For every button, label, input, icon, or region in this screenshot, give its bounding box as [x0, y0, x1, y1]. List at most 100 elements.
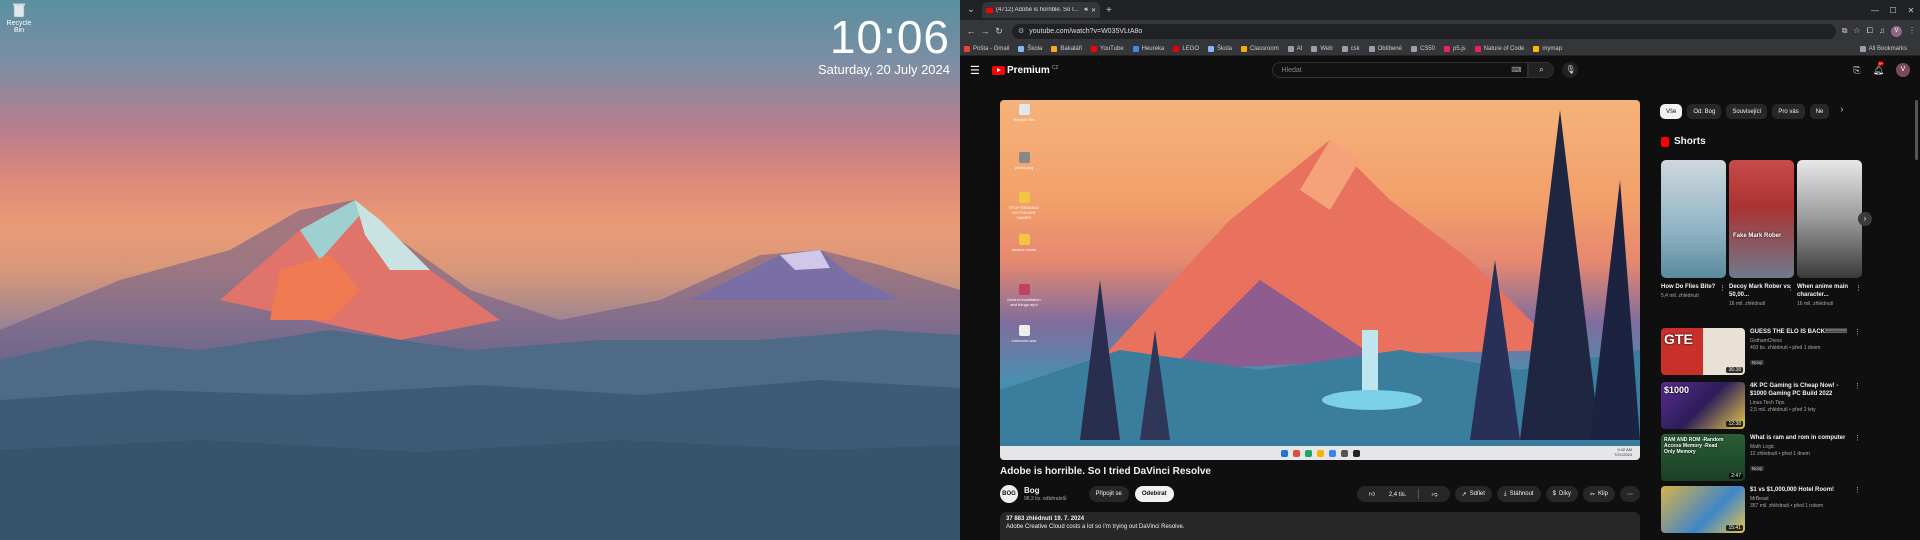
new-tab-button[interactable]: + — [1106, 5, 1112, 16]
bookmark-item[interactable]: Bakaláři — [1051, 45, 1082, 52]
recommended-channel[interactable]: Linus Tech Tips — [1750, 400, 1855, 406]
filter-chip[interactable]: Související — [1726, 104, 1768, 119]
recommended-thumbnail[interactable]: 15:41 — [1661, 486, 1745, 533]
recommended-more-icon[interactable]: ⋮ — [1854, 486, 1861, 494]
bookmark-item[interactable]: LEGO — [1173, 45, 1199, 52]
bookmark-item[interactable]: p5.js — [1443, 45, 1466, 52]
recommended-title[interactable]: 4K PC Gaming is Cheap Now! - $1000 Gamin… — [1750, 382, 1855, 398]
short-thumbnail[interactable] — [1661, 160, 1726, 278]
create-video-icon[interactable]: ⎘ — [1853, 65, 1860, 76]
video-player[interactable]: Recycle Bin pixel4.png STOP READING MY FOL… — [1000, 100, 1640, 460]
account-avatar[interactable]: V — [1896, 63, 1910, 77]
short-more-icon[interactable]: ⋮ — [1719, 284, 1726, 292]
download-button[interactable]: ⤓ Stáhnout — [1496, 486, 1541, 502]
short-card[interactable]: How Do Flies Bite? 5,4 mil. zhlédnutí ⋮ — [1661, 160, 1726, 299]
dislike-button[interactable]: 👎︎ — [1419, 490, 1449, 498]
recommended-channel[interactable]: MrBeast — [1750, 496, 1855, 502]
recommended-channel[interactable]: Math Logic — [1750, 444, 1855, 450]
recommended-title[interactable]: GUESS THE ELO IS BACK!!!!!!!!!!! — [1750, 328, 1855, 336]
filter-chip[interactable]: Ne — [1809, 104, 1830, 119]
bookmark-item[interactable]: mymap — [1533, 45, 1562, 52]
maximize-icon[interactable]: ☐ — [1884, 6, 1902, 15]
recommended-video[interactable]: GTE 36:38 GUESS THE ELO IS BACK!!!!!!!!!!!… — [1661, 328, 1861, 376]
recommended-title[interactable]: $1 vs $1,000,000 Hotel Room! — [1750, 486, 1855, 494]
short-title[interactable]: How Do Flies Bite? — [1661, 283, 1726, 291]
bookmark-item[interactable]: Classroom — [1241, 45, 1279, 52]
recommended-thumbnail[interactable]: RAM AND ROM -Random Access Memory -Read … — [1661, 434, 1745, 481]
recommended-title[interactable]: What is ram and rom in computer — [1750, 434, 1855, 442]
close-window-icon[interactable]: ✕ — [1902, 6, 1920, 15]
short-title[interactable]: Decoy Mark Rober vs 50,00... — [1729, 283, 1794, 299]
notifications-bell-icon[interactable]: 🔔︎ 9+ — [1873, 60, 1885, 76]
browser-menu-icon[interactable]: ⋮ — [1908, 26, 1916, 37]
recommended-video[interactable]: 15:41 $1 vs $1,000,000 Hotel Room! MrBeast… — [1661, 486, 1861, 534]
bookmark-star-icon[interactable]: ☆ — [1853, 26, 1860, 37]
minimize-icon[interactable]: — — [1866, 6, 1884, 15]
bookmark-item[interactable]: Web — [1311, 45, 1333, 52]
short-more-icon[interactable]: ⋮ — [1787, 284, 1794, 292]
bookmark-item[interactable]: AI — [1287, 45, 1302, 52]
tab-search-icon[interactable]: ⌄ — [964, 3, 978, 17]
bookmark-item[interactable]: Nature of Code — [1474, 45, 1524, 52]
page-scrollbar[interactable] — [1915, 100, 1918, 160]
media-control-icon[interactable]: ♫ — [1879, 26, 1885, 37]
search-button[interactable]: ⌕ — [1528, 62, 1555, 78]
short-card[interactable]: When anime main character... 16 mil. zhlé… — [1797, 160, 1862, 307]
filter-chip[interactable]: Vše — [1660, 104, 1683, 119]
recommended-thumbnail[interactable]: $1000 12:38 — [1661, 382, 1745, 429]
tab-youtube[interactable]: (4712) Adobe is horrible. So I... 🔊︎ ✕ — [982, 2, 1100, 18]
join-button[interactable]: Připojit se — [1088, 486, 1129, 502]
bookmark-item[interactable]: YouTube — [1091, 45, 1124, 52]
bookmark-item[interactable]: csk — [1341, 45, 1360, 52]
bookmark-item[interactable]: Pošta - Gmail — [964, 45, 1009, 52]
recommended-video[interactable]: RAM AND ROM -Random Access Memory -Read … — [1661, 434, 1861, 482]
clip-button[interactable]: ✂ Klip — [1582, 486, 1615, 502]
shorts-next-icon[interactable]: › — [1858, 212, 1872, 226]
bookmark-item[interactable]: Oblíbené — [1368, 45, 1402, 52]
recommended-more-icon[interactable]: ⋮ — [1854, 434, 1861, 442]
thanks-button[interactable]: $ Díky — [1545, 486, 1578, 502]
subscribe-button[interactable]: Odebírat — [1134, 486, 1174, 502]
site-info-icon[interactable]: ⚙︎ — [1018, 27, 1024, 35]
short-card[interactable]: Fake Mark Rober Decoy Mark Rober vs 50,00… — [1729, 160, 1794, 307]
bookmark-item[interactable]: Heureka — [1132, 45, 1164, 52]
bookmark-item[interactable]: Škola — [1208, 45, 1232, 52]
short-more-icon[interactable]: ⋮ — [1855, 284, 1862, 292]
address-bar[interactable]: ⚙︎ youtube.com/watch?v=W035VLtA8o — [1012, 23, 1836, 39]
forward-icon[interactable]: → — [978, 26, 992, 36]
search-input[interactable]: Hledat ⌨︎ — [1272, 62, 1529, 78]
all-bookmarks-button[interactable]: All Bookmarks — [1859, 45, 1907, 52]
tab-close-icon[interactable]: ✕ — [1091, 7, 1096, 14]
bookmark-item[interactable]: CS50 — [1410, 45, 1435, 52]
short-title[interactable]: When anime main character... — [1797, 283, 1862, 299]
recommended-thumbnail[interactable]: GTE 36:38 — [1661, 328, 1745, 375]
youtube-premium-logo[interactable]: Premium CZ — [992, 65, 1058, 76]
recommended-more-icon[interactable]: ⋮ — [1854, 328, 1861, 336]
bookmark-item[interactable]: Škola — [1018, 45, 1042, 52]
more-actions-button[interactable]: ⋯ — [1620, 486, 1640, 502]
extensions-icon[interactable]: ⧠ — [1867, 26, 1873, 37]
video-desktop-icon: Davinci installation and things.mp4 — [1006, 284, 1042, 307]
tab-audio-icon[interactable]: 🔊︎ — [1084, 7, 1088, 14]
chips-next-icon[interactable]: › — [1840, 104, 1843, 119]
recommended-channel[interactable]: GothamChess — [1750, 338, 1855, 344]
desktop-icon-recycle-bin[interactable]: Recycle Bin — [4, 2, 34, 34]
hamburger-menu-icon[interactable]: ☰ — [970, 64, 986, 77]
filter-chip[interactable]: Od: Bog — [1687, 104, 1722, 119]
voice-search-mic-icon[interactable]: 🎙︎ — [1562, 62, 1579, 78]
back-icon[interactable]: ← — [964, 26, 978, 36]
recommended-video[interactable]: $1000 12:38 4K PC Gaming is Cheap Now! - $… — [1661, 382, 1861, 430]
short-thumbnail[interactable]: Fake Mark Rober — [1729, 160, 1794, 278]
reload-icon[interactable]: ↻ — [992, 26, 1006, 37]
share-button[interactable]: ↗ Sdílet — [1454, 486, 1492, 502]
profile-avatar[interactable]: V — [1891, 25, 1902, 37]
recommended-more-icon[interactable]: ⋮ — [1854, 382, 1861, 390]
short-thumbnail[interactable] — [1797, 160, 1862, 278]
keyboard-icon[interactable]: ⌨︎ — [1511, 66, 1521, 74]
filter-chip[interactable]: Pro vás — [1772, 104, 1805, 119]
channel-avatar[interactable]: BOG — [1000, 485, 1018, 503]
like-button[interactable]: 👍︎ 2,4 tis. — [1357, 490, 1419, 498]
open-in-app-icon[interactable]: ⧉ — [1842, 26, 1848, 37]
channel-name[interactable]: Bog — [1024, 486, 1067, 495]
description-box[interactable]: 37 883 zhlédnutí 19. 7. 2024 Adobe Creat… — [1000, 512, 1640, 540]
